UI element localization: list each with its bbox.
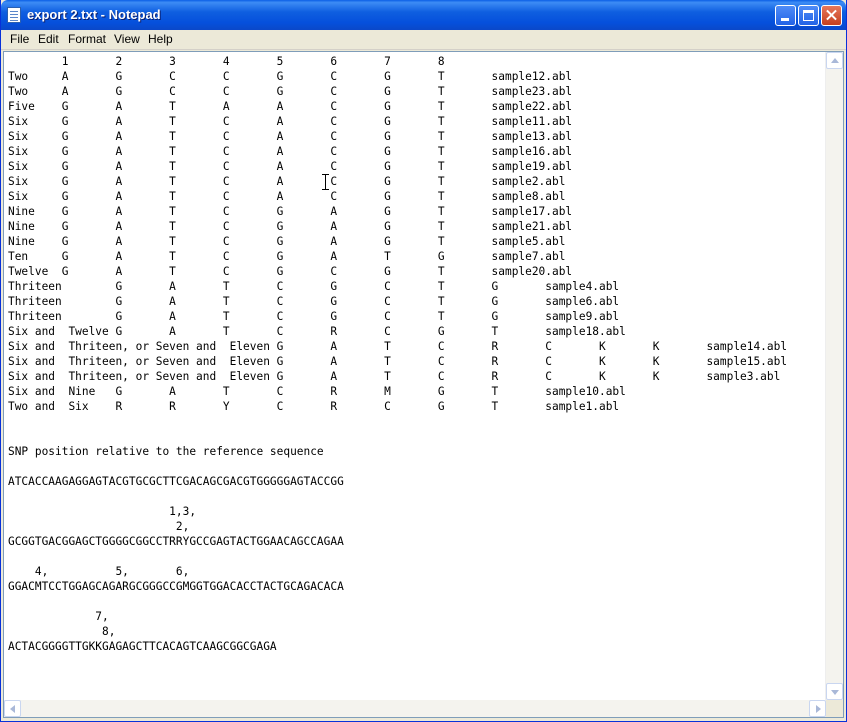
text-line: ATCACCAAGAGGAGTACGTGCGCTTCGACAGCGACGTGGG… — [8, 474, 344, 488]
text-line: Two and Six R R Y C R C G T sample1.abl — [8, 399, 620, 413]
text-line: SNP position relative to the reference s… — [8, 444, 324, 458]
text-line: Six and Twelve G A T C R C G T sample18.… — [8, 324, 626, 338]
close-button[interactable] — [821, 5, 842, 26]
ibeam-cursor-icon — [322, 174, 329, 190]
text-line: Ten G A T C G A T G sample7.abl — [8, 249, 566, 263]
close-icon — [822, 6, 841, 25]
window-title: export 2.txt - Notepad — [27, 7, 161, 22]
text-line: Nine G A T C G A G T sample5.abl — [8, 234, 566, 248]
text-line: 1,3, — [8, 504, 197, 518]
text-line: GCGGTGACGGAGCTGGGGCGGCCTRRYGCCGAGTACTGGA… — [8, 534, 344, 548]
vertical-scrollbar[interactable] — [825, 52, 843, 700]
scroll-up-button[interactable] — [826, 52, 843, 69]
text-line: Six G A T C A C G T sample2.abl — [8, 174, 566, 188]
text-line: Nine G A T C G A G T sample21.abl — [8, 219, 573, 233]
menu-format[interactable]: Format — [68, 32, 106, 46]
maximize-icon — [803, 10, 814, 21]
text-line: Six and Thriteen, or Seven and Eleven G … — [8, 369, 781, 383]
text-line: Six G A T C A C G T sample19.abl — [8, 159, 573, 173]
text-line: 8, — [8, 624, 116, 638]
notepad-window: export 2.txt - Notepad File Edit Format … — [0, 0, 847, 722]
text-line: ACTACGGGGTTGKKGAGAGCTTCACAGTCAAGCGGCGAGA — [8, 639, 277, 653]
text-line: Six and Thriteen, or Seven and Eleven G … — [8, 339, 788, 353]
arrow-up-icon — [831, 58, 839, 63]
text-line: Six G A T C A C G T sample11.abl — [8, 114, 573, 128]
text-line: 2, — [8, 519, 190, 533]
menu-bar: File Edit Format View Help — [1, 30, 846, 50]
menu-edit[interactable]: Edit — [38, 32, 59, 46]
text-line: GGACMTCCTGGAGCAGARGCGGGCCGMGGTGGACACCTAC… — [8, 579, 344, 593]
scroll-left-button[interactable] — [4, 700, 21, 717]
menu-view[interactable]: View — [114, 32, 140, 46]
text-line: Two A G C C G C G T sample23.abl — [8, 84, 573, 98]
text-line: Thriteen G A T C G C T G sample9.abl — [8, 309, 620, 323]
minimize-icon — [781, 18, 789, 21]
maximize-button[interactable] — [798, 5, 819, 26]
text-content[interactable]: 1 2 3 4 5 6 7 8 Two A G C C G C G T sampl… — [8, 54, 826, 699]
size-grip[interactable] — [826, 700, 843, 717]
horizontal-scrollbar[interactable] — [4, 700, 826, 717]
minimize-button[interactable] — [775, 5, 796, 26]
title-bar[interactable]: export 2.txt - Notepad — [1, 0, 846, 30]
text-line: 4, 5, 6, — [8, 564, 190, 578]
text-line: Six G A T C A C G T sample16.abl — [8, 144, 573, 158]
text-line: Thriteen G A T C G C T G sample4.abl — [8, 279, 620, 293]
arrow-down-icon — [831, 690, 839, 695]
text-line: 1 2 3 4 5 6 7 8 — [8, 54, 445, 68]
menu-file[interactable]: File — [10, 32, 29, 46]
text-line: Six G A T C A C G T sample13.abl — [8, 129, 573, 143]
text-line: Thriteen G A T C G C T G sample6.abl — [8, 294, 620, 308]
text-line: Twelve G A T C G C G T sample20.abl — [8, 264, 573, 278]
scroll-down-button[interactable] — [826, 683, 843, 700]
text-line: 7, — [8, 609, 109, 623]
text-line: Nine G A T C G A G T sample17.abl — [8, 204, 573, 218]
text-line: Six G A T C A C G T sample8.abl — [8, 189, 566, 203]
text-line: Six and Thriteen, or Seven and Eleven G … — [8, 354, 788, 368]
notepad-icon[interactable] — [7, 7, 21, 23]
text-line: Six and Nine G A T C R M G T sample10.ab… — [8, 384, 626, 398]
text-line: Five G A T A A C G T sample22.abl — [8, 99, 573, 113]
scroll-right-button[interactable] — [809, 700, 826, 717]
text-line: Two A G C C G C G T sample12.abl — [8, 69, 573, 83]
arrow-right-icon — [816, 705, 821, 713]
menu-help[interactable]: Help — [148, 32, 173, 46]
text-editor[interactable]: 1 2 3 4 5 6 7 8 Two A G C C G C G T sampl… — [3, 51, 844, 718]
arrow-left-icon — [10, 705, 15, 713]
